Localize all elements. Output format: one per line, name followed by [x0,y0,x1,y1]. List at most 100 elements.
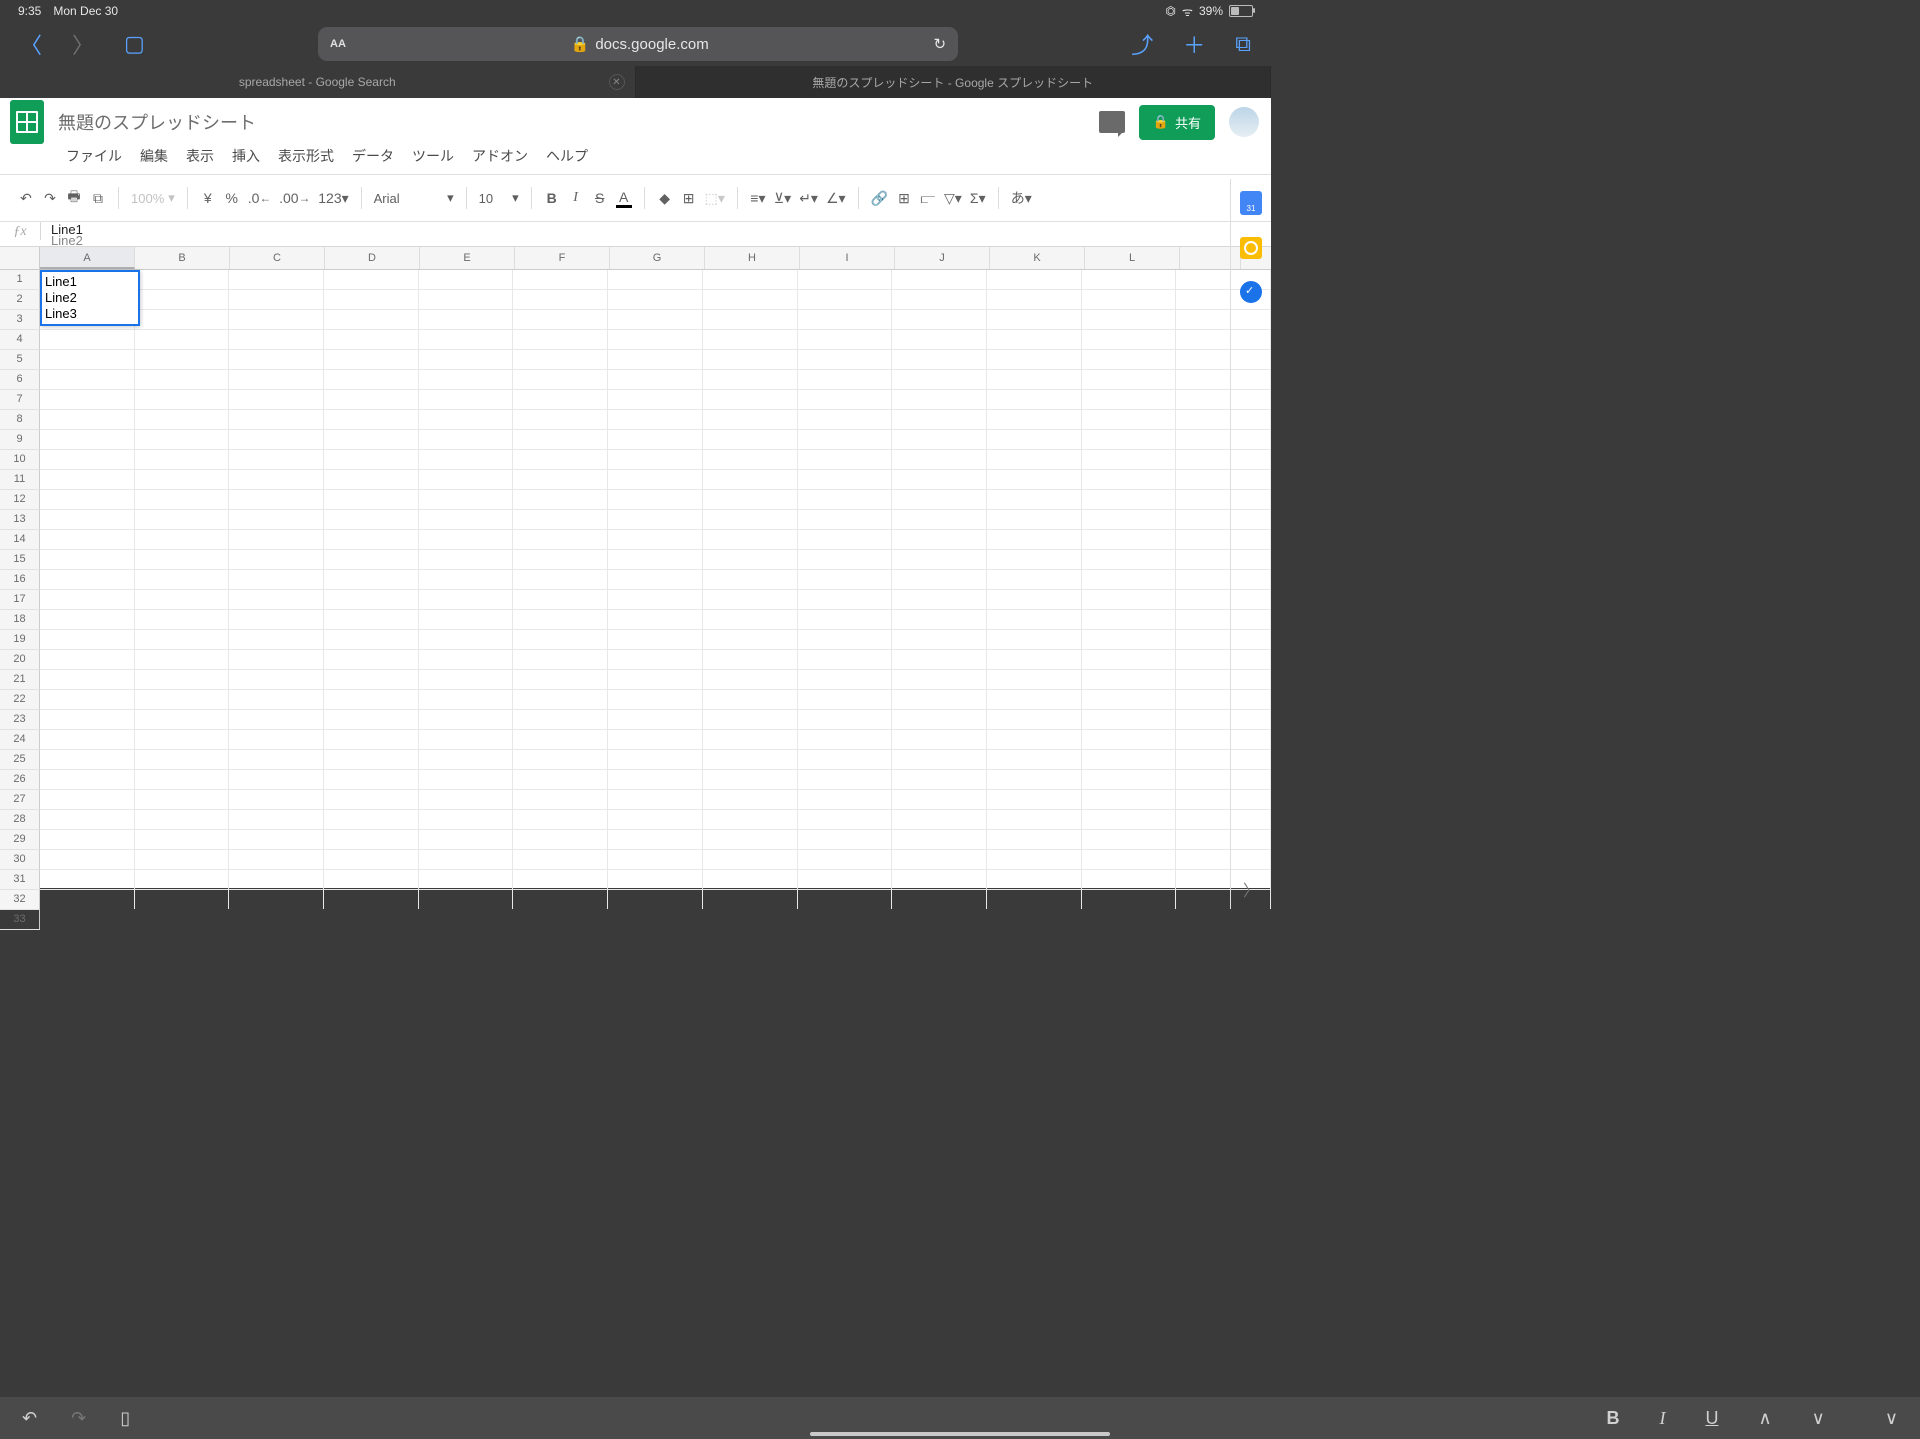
cell[interactable] [987,870,1082,889]
cell[interactable] [135,270,230,289]
cell[interactable] [419,830,514,849]
cell[interactable] [798,590,893,609]
cell[interactable] [40,350,135,369]
cell[interactable] [135,650,230,669]
cell[interactable] [987,810,1082,829]
cell[interactable] [892,390,987,409]
cell[interactable] [987,750,1082,769]
cell[interactable] [513,510,608,529]
cell[interactable] [798,610,893,629]
cell[interactable] [229,270,324,289]
cell[interactable] [419,750,514,769]
cell[interactable] [513,530,608,549]
cell[interactable] [135,430,230,449]
row-header[interactable]: 19 [0,630,40,650]
cell[interactable] [229,850,324,869]
cell[interactable] [892,330,987,349]
column-header[interactable]: K [990,247,1085,269]
cell[interactable] [135,490,230,509]
cell[interactable] [1082,750,1177,769]
cell[interactable] [324,630,419,649]
cell[interactable] [135,850,230,869]
cell[interactable] [135,290,230,309]
cell[interactable] [229,310,324,329]
cell[interactable] [892,530,987,549]
cell[interactable] [987,410,1082,429]
cell[interactable] [703,270,798,289]
row-header[interactable]: 31 [0,870,40,890]
text-color-button[interactable]: A [616,187,632,209]
cell[interactable] [419,390,514,409]
cell[interactable] [419,330,514,349]
cell[interactable] [1082,790,1177,809]
cell[interactable] [40,430,135,449]
cell[interactable] [419,690,514,709]
row-header[interactable]: 12 [0,490,40,510]
cell[interactable] [419,510,514,529]
cell[interactable] [229,450,324,469]
cell[interactable] [798,570,893,589]
cell[interactable] [608,590,703,609]
cell[interactable] [703,730,798,749]
cell[interactable] [798,670,893,689]
cell[interactable] [987,650,1082,669]
cell[interactable] [798,270,893,289]
cell[interactable] [229,610,324,629]
cell[interactable] [419,670,514,689]
cell[interactable] [608,390,703,409]
row-header[interactable]: 24 [0,730,40,750]
cell[interactable] [703,310,798,329]
cell[interactable] [1082,450,1177,469]
cell[interactable] [40,670,135,689]
cell[interactable] [40,590,135,609]
cell[interactable] [324,370,419,389]
cell[interactable] [892,510,987,529]
cell[interactable] [703,470,798,489]
cell[interactable] [513,730,608,749]
cell[interactable] [1082,370,1177,389]
cell[interactable] [703,610,798,629]
cell[interactable] [987,890,1082,909]
cell[interactable] [513,850,608,869]
cell[interactable] [608,750,703,769]
cell[interactable] [1082,270,1177,289]
cell[interactable] [135,570,230,589]
row-header[interactable]: 27 [0,790,40,810]
next-field-icon[interactable]: ∨ [1812,1408,1825,1429]
menu-item[interactable]: 表示形式 [278,146,334,166]
row-header[interactable]: 15 [0,550,40,570]
cell[interactable] [229,710,324,729]
cell[interactable] [229,670,324,689]
cell[interactable] [229,410,324,429]
bold-button[interactable]: B [1606,1408,1619,1429]
row-header[interactable]: 1 [0,270,40,290]
share-icon[interactable]: ⤴ [1131,28,1153,60]
cell[interactable] [135,750,230,769]
cell[interactable] [419,530,514,549]
cell[interactable] [40,330,135,349]
cell[interactable] [40,570,135,589]
cell[interactable] [324,810,419,829]
clipboard-icon[interactable]: ▯ [120,1408,130,1429]
cell[interactable] [608,830,703,849]
cell[interactable] [513,290,608,309]
cell[interactable] [798,710,893,729]
cell[interactable] [608,550,703,569]
cell[interactable] [229,490,324,509]
cell[interactable] [892,450,987,469]
cell[interactable] [40,890,135,909]
row-header[interactable]: 22 [0,690,40,710]
cell[interactable] [40,650,135,669]
cell[interactable] [987,370,1082,389]
cell[interactable] [324,870,419,889]
cell[interactable] [229,390,324,409]
cell[interactable] [419,290,514,309]
cell[interactable] [892,830,987,849]
prev-field-icon[interactable]: ∧ [1758,1408,1771,1429]
cell[interactable] [608,490,703,509]
cell[interactable] [703,490,798,509]
cell[interactable] [608,650,703,669]
cell[interactable] [513,410,608,429]
cell[interactable] [892,370,987,389]
cell[interactable] [1082,430,1177,449]
